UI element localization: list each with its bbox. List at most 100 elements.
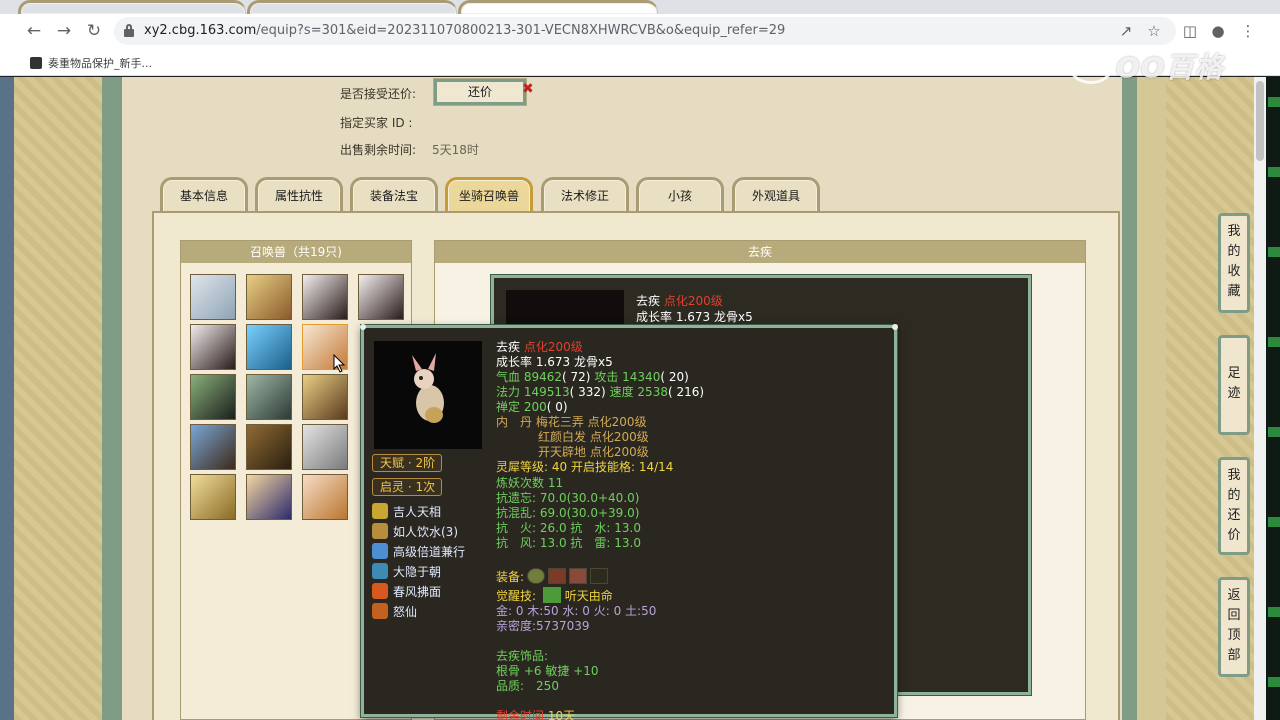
ornament-label: 去疾饰品:: [496, 649, 549, 663]
tooltip-resist-4: 抗 风: 13.0 抗 雷: 13.0: [496, 536, 641, 551]
tooltip-elements: 金: 0 木:50 水: 0 火: 0 土:50: [496, 604, 656, 619]
skill-icon: [372, 523, 388, 539]
pet-thumbnail[interactable]: [246, 324, 292, 370]
pet-thumbnail[interactable]: [302, 374, 348, 420]
spd-points: ( 216): [667, 385, 705, 399]
pet-thumbnail[interactable]: [190, 274, 236, 320]
tooltip-lingxi: 灵犀等级: 40 开启技能格: 14/14: [496, 460, 673, 475]
bookmark-item[interactable]: 奏重物品保护_新手...: [30, 55, 152, 71]
browser-tab[interactable]: [247, 0, 457, 14]
my-favorites-button[interactable]: 我的收藏: [1218, 213, 1250, 313]
pet-thumbnail[interactable]: [302, 474, 348, 520]
address-bar[interactable]: xy2.cbg.163.com/equip?s=301&eid=20231107…: [114, 17, 1176, 45]
lingxi-open-value: 14/14: [638, 460, 674, 474]
profile-icon[interactable]: ●: [1206, 19, 1230, 43]
pet-thumbnail[interactable]: [302, 424, 348, 470]
pet-thumbnail[interactable]: [246, 474, 292, 520]
tab-spell-correction[interactable]: 法术修正: [541, 177, 629, 213]
pet-thumbnail[interactable]: [246, 374, 292, 420]
lock-icon: [124, 24, 134, 37]
pet-thumbnail[interactable]: [190, 324, 236, 370]
star-icon[interactable]: ☆: [1142, 19, 1166, 43]
equip-slot-icon[interactable]: [548, 568, 567, 584]
tab-appearance[interactable]: 外观道具: [732, 177, 820, 213]
equip-slot-icon[interactable]: [590, 568, 609, 584]
back-to-top-button[interactable]: 返回顶部: [1218, 577, 1250, 677]
close-icon[interactable]: ✖: [522, 81, 534, 97]
inner-value: 红颜白发 点化200级: [538, 430, 649, 444]
inner-value: 开天辟地 点化200级: [538, 445, 649, 459]
sidepanel-icon[interactable]: ◫: [1178, 19, 1202, 43]
pet-thumbnail[interactable]: [190, 474, 236, 520]
pet-thumbnail[interactable]: [358, 274, 404, 320]
lianyao-value: 11: [547, 476, 564, 490]
pet-thumbnail[interactable]: [190, 424, 236, 470]
pet-thumbnail[interactable]: [246, 274, 292, 320]
mp-value: 149513: [523, 385, 570, 399]
url-path: /equip?s=301&eid=202311070800213-301-VEC…: [256, 23, 786, 38]
resist-value: 69.0(30.0+39.0): [539, 506, 640, 520]
desktop-decoration: [1268, 337, 1280, 347]
lingxi-open-label: 开启技能格:: [570, 460, 636, 474]
url-text: xy2.cbg.163.com/equip?s=301&eid=20231107…: [144, 23, 785, 38]
tooltip-corner: [892, 324, 898, 330]
side-button-char: 足: [1227, 366, 1241, 381]
equip-slot-icon[interactable]: [569, 568, 588, 584]
forward-icon[interactable]: →: [52, 19, 76, 43]
page-scrollbar[interactable]: [1254, 77, 1266, 720]
browser-tabstrip: [0, 0, 1280, 14]
pet-thumbnail[interactable]: [246, 424, 292, 470]
pet-tooltip-portrait: [374, 341, 482, 449]
pet-tooltip: 天赋 · 2阶 启灵 · 1次 吉人天相 如人饮水(3) 高级倍道兼行 大隐于朝…: [360, 324, 898, 720]
ornament-quality: 品质: 250: [496, 679, 559, 693]
side-button-char: 回: [1227, 608, 1241, 623]
resist-text: 抗 火: 26.0 抗 水: 13.0: [496, 521, 641, 535]
desktop-decoration: [1268, 517, 1280, 527]
tab-equipment[interactable]: 装备法宝: [350, 177, 438, 213]
equip-slot-icon[interactable]: [527, 568, 546, 584]
tooltip-corner: [360, 324, 366, 330]
back-icon[interactable]: ←: [22, 19, 46, 43]
tooltip-resist-2: 抗混乱: 69.0(30.0+39.0): [496, 506, 639, 521]
pet-thumbnail[interactable]: [302, 274, 348, 320]
scrollbar-thumb[interactable]: [1256, 81, 1264, 161]
tooltip-inner-2: 红颜白发 点化200级: [538, 430, 649, 445]
zen-value: 200: [523, 400, 547, 414]
skill-item: 高级倍道兼行: [372, 543, 465, 561]
tooltip-inner-1: 内 丹 梅花三弄 点化200级: [496, 415, 647, 430]
menu-icon[interactable]: ⋮: [1236, 19, 1260, 43]
side-button-char: 我: [1227, 468, 1241, 483]
browser-tab-active[interactable]: [458, 0, 658, 14]
skill-label: 春风拂面: [393, 585, 442, 599]
side-button-char: 返: [1227, 588, 1241, 603]
awaken-label: 觉醒技:: [496, 589, 537, 603]
skill-item: 春风拂面: [372, 583, 441, 601]
tab-attributes[interactable]: 属性抗性: [255, 177, 343, 213]
tooltip-intimacy: 亲密度:5737039: [496, 619, 590, 634]
reload-icon[interactable]: ↻: [82, 19, 106, 43]
browser-toolbar: ← → ↻ xy2.cbg.163.com/equip?s=301&eid=20…: [0, 14, 1280, 48]
skill-item: 吉人天相: [372, 503, 441, 521]
pet-thumbnail[interactable]: [190, 374, 236, 420]
skill-label: 大隐于朝: [393, 565, 442, 579]
counter-offer-button[interactable]: 还价: [434, 79, 526, 105]
desktop-decoration: [1268, 677, 1280, 687]
footprint-button[interactable]: 足迹: [1218, 335, 1250, 435]
tooltip-ornament-quality: 品质: 250: [496, 679, 559, 694]
side-button-char: 收: [1227, 264, 1241, 279]
tab-basic-info[interactable]: 基本信息: [160, 177, 248, 213]
tab-mounts-pets[interactable]: 坐骑召唤兽: [445, 177, 533, 213]
desktop-decoration: [1268, 167, 1280, 177]
zen-label: 禅定: [496, 400, 521, 414]
skill-label: 吉人天相: [393, 505, 442, 519]
my-counter-offers-button[interactable]: 我的还价: [1218, 457, 1250, 555]
time-label: 剩余时间: [496, 709, 545, 720]
ornament-stats: 根骨 +6 敏捷 +10: [496, 664, 599, 678]
skill-icon: [372, 503, 388, 519]
hp-label: 气血: [496, 370, 521, 384]
share-icon[interactable]: ↗: [1114, 19, 1138, 43]
atk-value: 14340: [622, 370, 661, 384]
browser-tab[interactable]: [18, 0, 246, 14]
lingxi-label: 灵犀等级:: [496, 460, 549, 474]
tab-children[interactable]: 小孩: [636, 177, 724, 213]
